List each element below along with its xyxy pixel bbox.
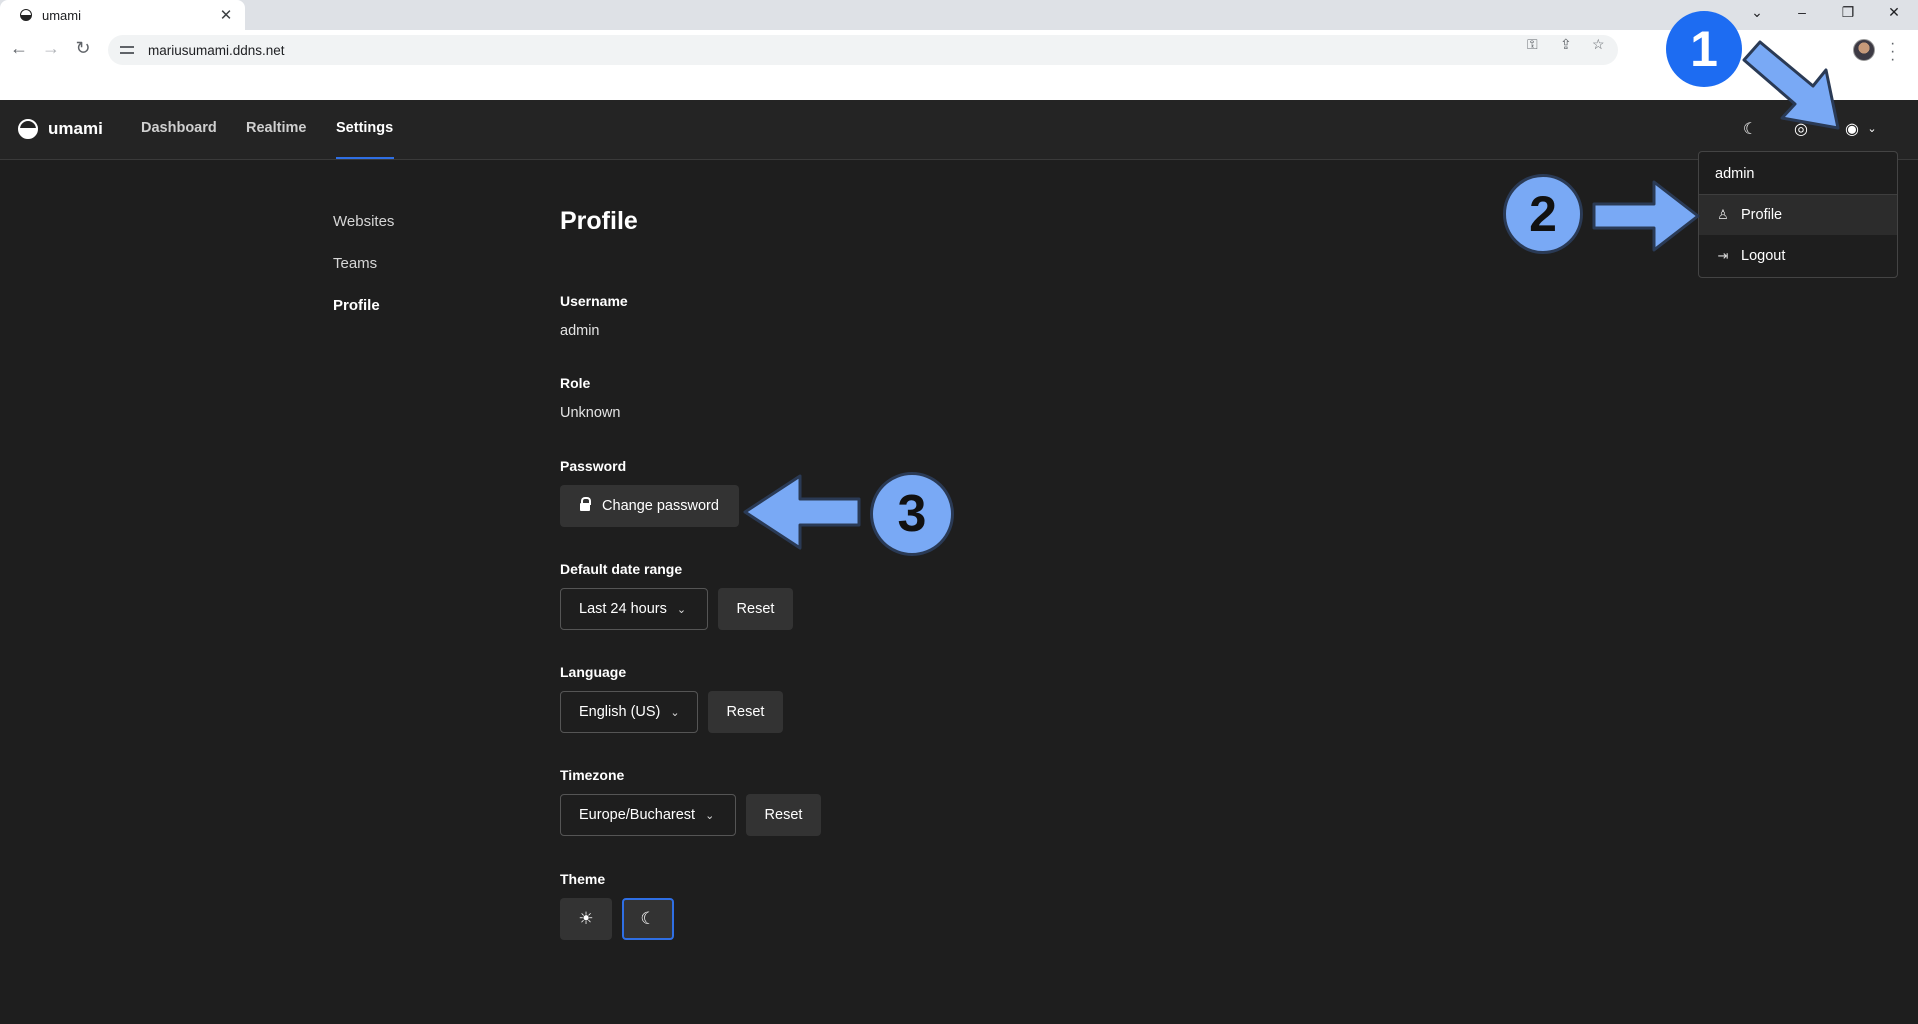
annotation-badge-3: 3 (870, 472, 954, 556)
annotation-arrows (743, 40, 1840, 550)
arrow-2-icon (1592, 180, 1700, 252)
annotation-badge-1: 1 (1666, 11, 1742, 87)
arrow-1-icon (1742, 40, 1840, 130)
arrow-3-icon (743, 474, 861, 550)
annotation-badge-2: 2 (1503, 174, 1583, 254)
